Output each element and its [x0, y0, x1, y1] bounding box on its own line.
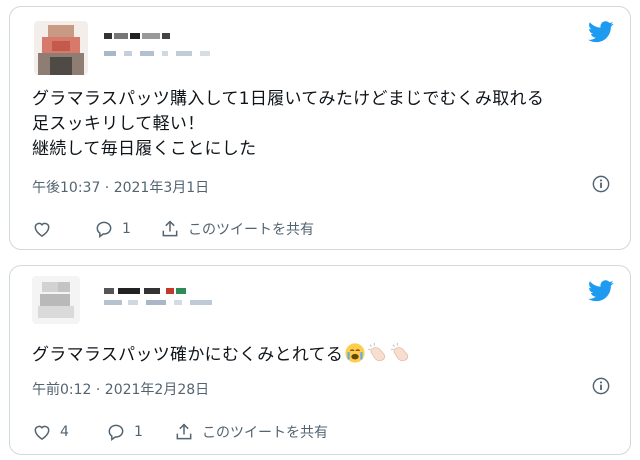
- clapping-hands-emoji: [391, 342, 409, 362]
- tweet-text: グラマラスパッツ購入して1日履いてみたけどまじでむくみ取れる 足スッキリして軽い…: [32, 89, 545, 159]
- display-name-redacted[interactable]: [104, 33, 170, 39]
- reply-count: 1: [134, 424, 143, 440]
- reply-count: 1: [122, 221, 131, 237]
- tweet-timestamp[interactable]: 午前0:12 · 2021年2月28日: [32, 379, 209, 399]
- reply-button[interactable]: 1: [94, 219, 131, 239]
- like-button[interactable]: [32, 219, 60, 239]
- tweet-text-body: グラマラスパッツ確かにむくみとれてる: [32, 345, 344, 365]
- avatar[interactable]: [34, 21, 88, 75]
- like-button[interactable]: 4: [32, 422, 69, 442]
- like-count: 4: [60, 424, 69, 440]
- handle-redacted: [104, 300, 216, 305]
- twitter-bird-icon[interactable]: [588, 21, 614, 43]
- info-icon[interactable]: [592, 175, 610, 193]
- clapping-hands-emoji: [368, 342, 386, 362]
- tweet-actions: 1 このツイートを共有: [32, 219, 610, 243]
- share-button[interactable]: このツイートを共有: [160, 219, 314, 239]
- share-label: このツイートを共有: [188, 222, 314, 238]
- reply-icon: [108, 424, 124, 441]
- twitter-bird-icon[interactable]: [588, 280, 614, 302]
- info-icon[interactable]: [592, 377, 610, 395]
- reply-button[interactable]: 1: [106, 422, 143, 442]
- share-button[interactable]: このツイートを共有: [174, 422, 328, 442]
- crying-face-emoji: [345, 343, 365, 363]
- share-icon: [176, 423, 192, 440]
- handle-redacted: [104, 51, 216, 56]
- heart-icon: [34, 222, 50, 237]
- avatar[interactable]: [32, 276, 80, 324]
- tweet-actions: 4 1 このツイートを共有: [32, 422, 610, 446]
- tweet-card[interactable]: グラマラスパッツ購入して1日履いてみたけどまじでむくみ取れる 足スッキリして軽い…: [9, 6, 631, 250]
- share-icon: [162, 220, 178, 237]
- tweet-card[interactable]: グラマラスパッツ確かにむくみとれてる 午前0:12 · 2021年2月28日 4…: [9, 265, 631, 455]
- share-label: このツイートを共有: [202, 425, 328, 441]
- reply-icon: [96, 221, 112, 238]
- tweet-text: グラマラスパッツ確かにむくみとれてる: [32, 342, 610, 368]
- display-name-redacted[interactable]: [104, 288, 192, 294]
- tweet-timestamp[interactable]: 午後10:37 · 2021年3月1日: [32, 177, 209, 197]
- heart-icon: [34, 425, 50, 440]
